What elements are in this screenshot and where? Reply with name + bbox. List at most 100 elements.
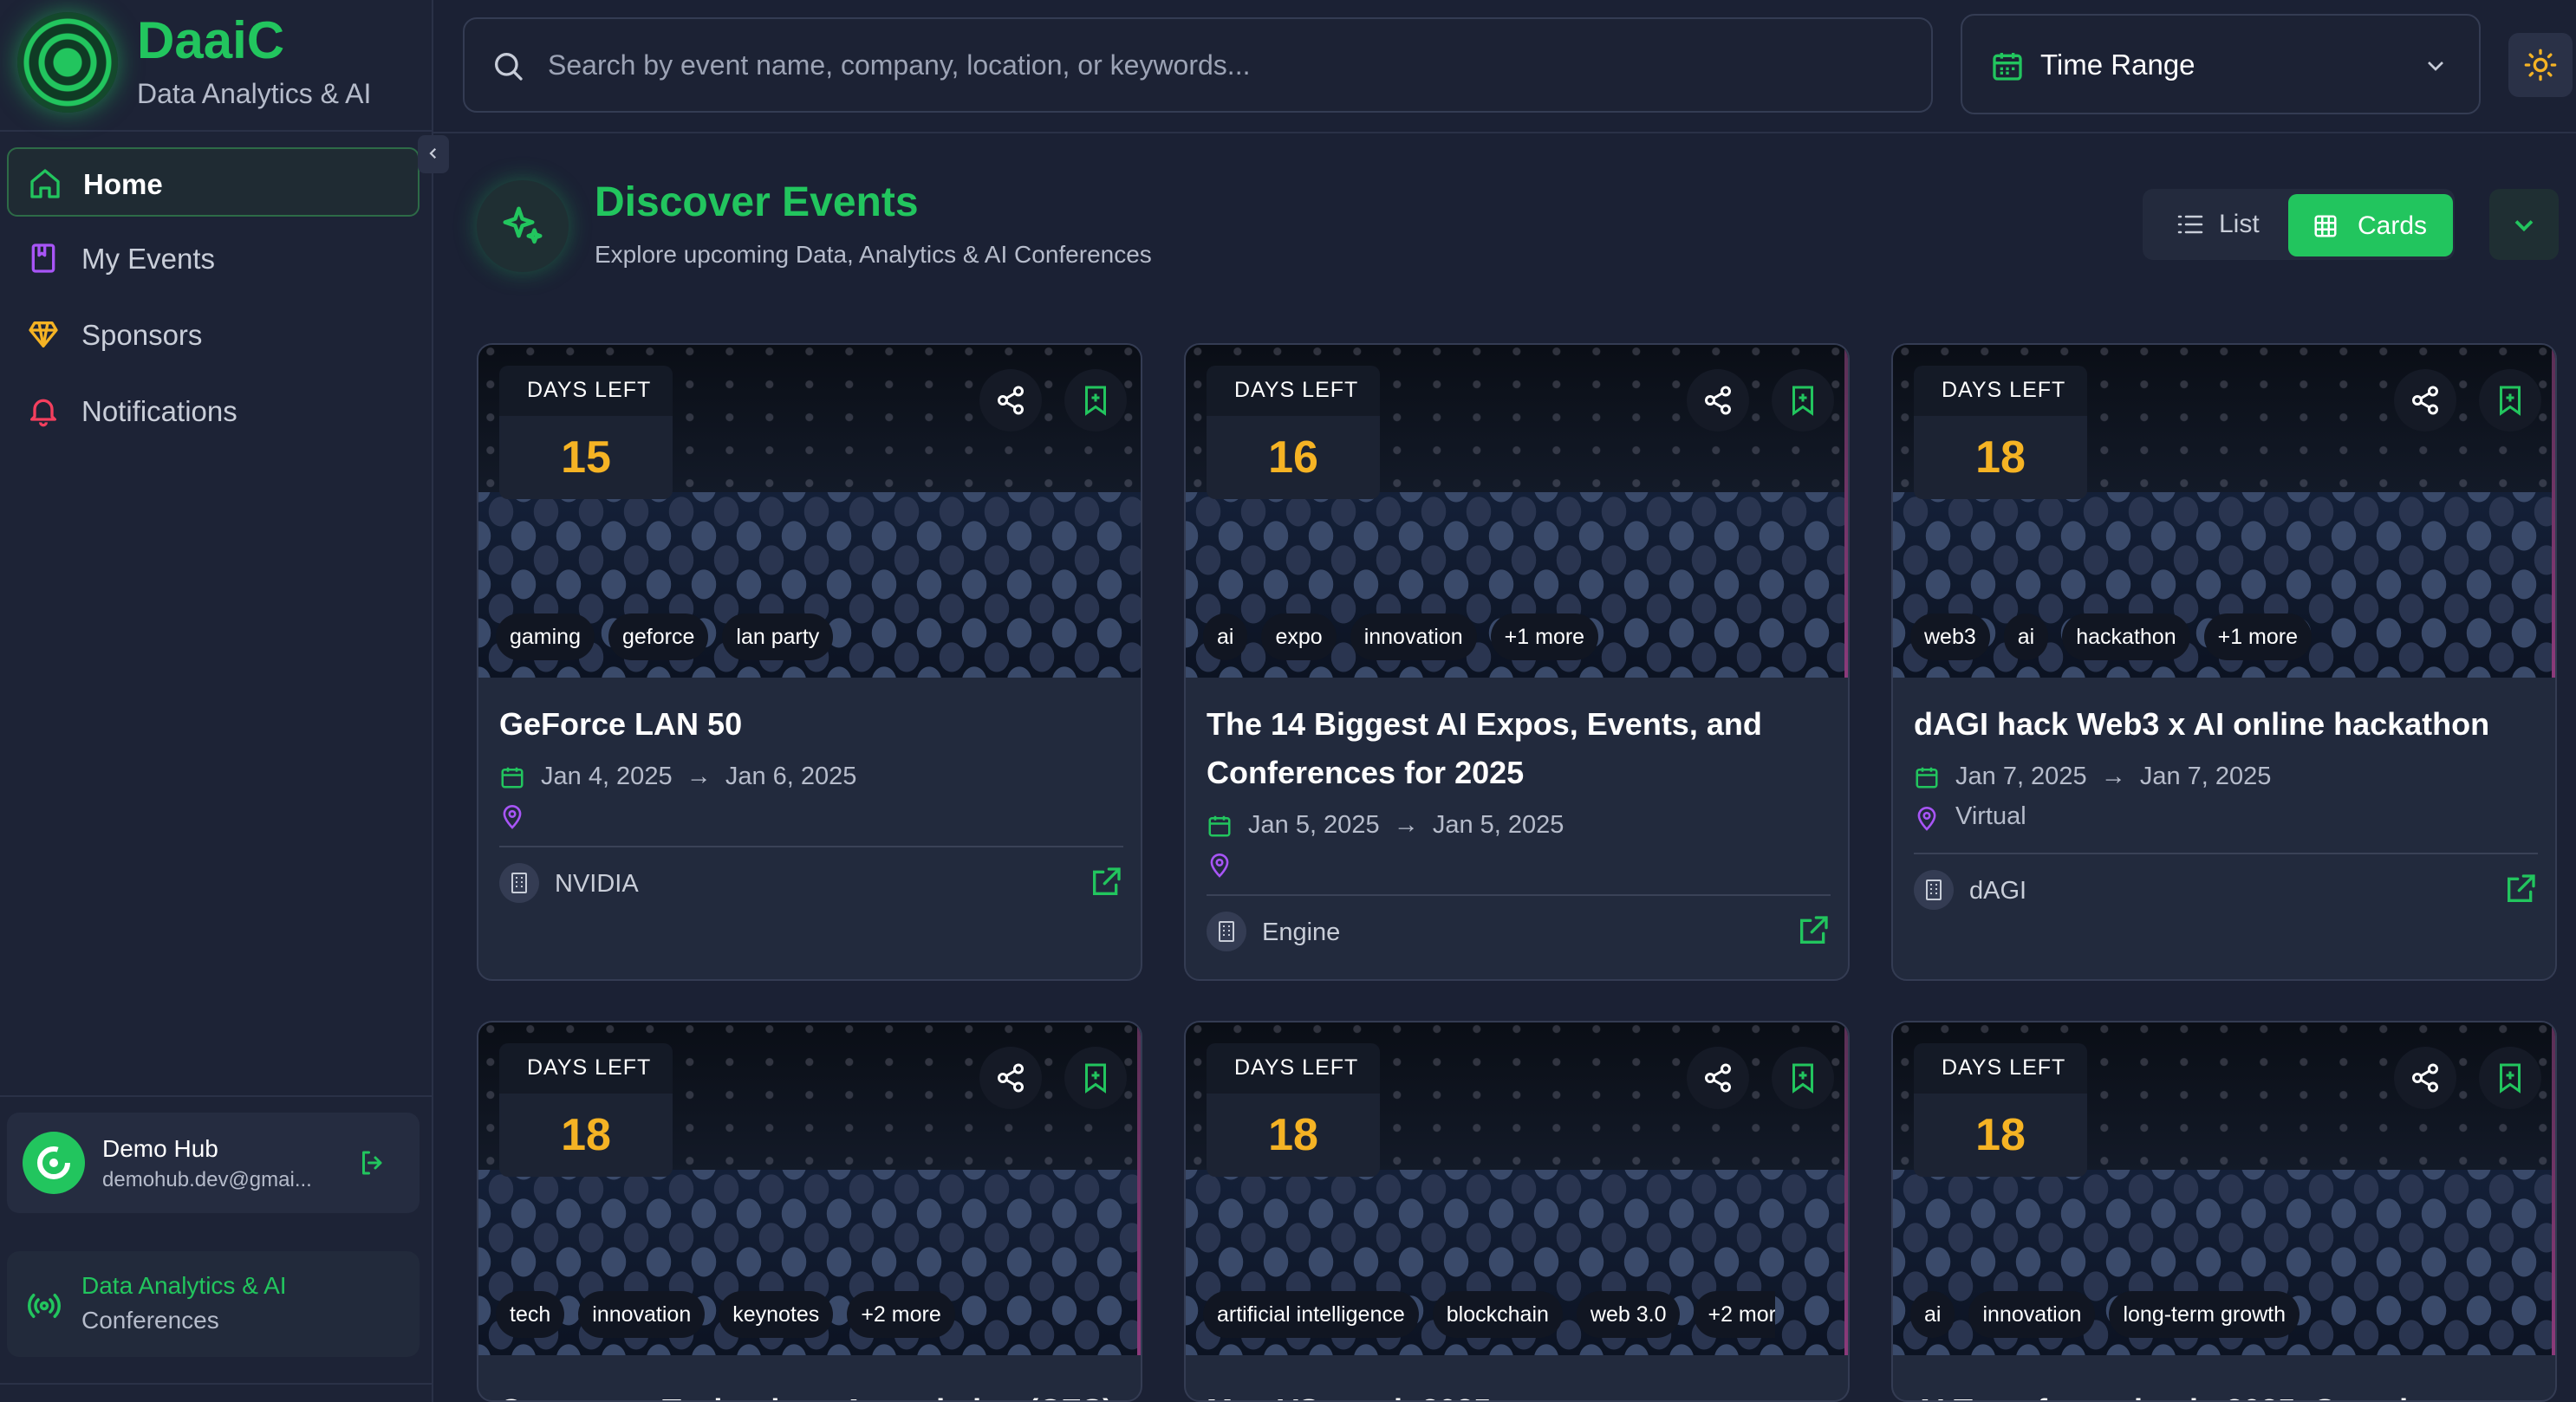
days-left-badge: DAYS LEFT 16 xyxy=(1207,366,1380,499)
bookmark-button[interactable] xyxy=(1064,1047,1127,1109)
tag[interactable]: expo xyxy=(1261,613,1337,660)
tag[interactable]: hackathon xyxy=(2062,613,2190,660)
tag[interactable]: tech xyxy=(496,1291,565,1338)
tag-more[interactable]: +1 more xyxy=(1490,613,1599,660)
event-title[interactable]: MetaVSummit 2025 xyxy=(1207,1386,1831,1400)
theme-toggle-button[interactable] xyxy=(2508,33,2573,97)
tag[interactable]: web3 xyxy=(1910,613,1990,660)
grid-icon xyxy=(2314,215,2337,237)
time-range-select[interactable]: Time Range xyxy=(1961,14,2481,114)
tag[interactable]: ai xyxy=(2003,613,2049,660)
calendar-icon xyxy=(501,767,524,789)
event-title[interactable]: AI Transformation in 2025: Speed xyxy=(1914,1386,2538,1400)
community-card[interactable]: Data Analytics & AI Conferences xyxy=(7,1251,420,1357)
view-cards-button[interactable]: Cards xyxy=(2288,194,2453,256)
bookmark-button[interactable] xyxy=(1064,369,1127,432)
user-card[interactable]: Demo Hub demohub.dev@gmai... xyxy=(7,1113,420,1213)
tag[interactable]: innovation xyxy=(1968,1291,2096,1338)
view-list-button[interactable]: List xyxy=(2143,189,2290,260)
tag-more[interactable]: +2 more xyxy=(847,1291,955,1338)
days-left-badge: DAYS LEFT 18 xyxy=(1914,366,2087,499)
bookmark-plus-icon xyxy=(1085,1063,1106,1094)
event-card[interactable]: DAYS LEFT 18 ai innovation long-term gro… xyxy=(1891,1021,2557,1402)
bookmark-button[interactable] xyxy=(1772,369,1834,432)
event-title[interactable]: GeForce LAN 50 xyxy=(499,700,1123,749)
bookmark-button[interactable] xyxy=(1772,1047,1834,1109)
event-card[interactable]: DAYS LEFT 16 ai expo innovation +1 more … xyxy=(1184,343,1850,981)
tag-list: artificial intelligence blockchain web 3… xyxy=(1203,1291,1775,1340)
brand-name: DaaiC xyxy=(137,11,285,69)
tag[interactable]: innovation xyxy=(578,1291,706,1338)
event-title[interactable]: Consumer Technology Association (CES) xyxy=(499,1386,1123,1400)
tag[interactable]: long-term growth xyxy=(2109,1291,2300,1338)
tag[interactable]: ai xyxy=(1203,613,1248,660)
tag[interactable]: keynotes xyxy=(719,1291,834,1338)
tag-more[interactable]: +2 more xyxy=(1694,1291,1775,1338)
event-organizer: NVIDIA xyxy=(499,863,1123,905)
chevron-down-icon xyxy=(2514,220,2534,232)
sidebar-item-label: My Events xyxy=(81,243,216,275)
share-button[interactable] xyxy=(979,1047,1042,1109)
expand-filters-button[interactable] xyxy=(2489,189,2559,260)
bookmark-book-icon xyxy=(31,243,55,273)
building-icon xyxy=(1207,912,1246,951)
external-link-icon[interactable] xyxy=(1089,865,1123,899)
share-icon xyxy=(1705,1063,1731,1093)
logout-icon[interactable] xyxy=(357,1147,388,1178)
bookmark-button[interactable] xyxy=(2479,369,2541,432)
event-card[interactable]: DAYS LEFT 15 gaming geforce lan party Ge… xyxy=(477,343,1142,981)
days-left-badge: DAYS LEFT 15 xyxy=(499,366,673,499)
sidebar-item-sponsors[interactable]: Sponsors xyxy=(7,300,420,369)
avatar[interactable] xyxy=(23,1132,85,1194)
tag[interactable]: web 3.0 xyxy=(1576,1291,1681,1338)
search-input[interactable] xyxy=(548,43,1900,87)
days-left-label: DAYS LEFT xyxy=(1234,378,1359,402)
tag-list: tech innovation keynotes +2 more xyxy=(496,1291,1127,1340)
tag-more[interactable]: +1 more xyxy=(2203,613,2313,660)
topbar: Time Range xyxy=(433,0,2576,133)
share-button[interactable] xyxy=(1687,369,1749,432)
share-button[interactable] xyxy=(979,369,1042,432)
external-link-icon[interactable] xyxy=(2503,872,2538,906)
tag[interactable]: blockchain xyxy=(1432,1291,1563,1338)
share-button[interactable] xyxy=(2394,369,2456,432)
event-card[interactable]: DAYS LEFT 18 artificial intelligence blo… xyxy=(1184,1021,1850,1402)
bookmark-plus-icon xyxy=(1792,386,1813,416)
community-title: Data Analytics & AI xyxy=(81,1272,287,1299)
tag[interactable]: artificial intelligence xyxy=(1203,1291,1419,1338)
sidebar-item-my-events[interactable]: My Events xyxy=(7,224,420,293)
bookmark-plus-icon xyxy=(1792,1063,1813,1094)
event-location-text: Virtual xyxy=(1955,802,2026,830)
external-link-icon[interactable] xyxy=(1796,913,1831,948)
tag[interactable]: gaming xyxy=(496,613,595,660)
map-pin-icon xyxy=(1917,807,1936,831)
event-date-range: Jan 4, 2025 → Jan 6, 2025 xyxy=(541,763,857,790)
chevron-left-icon xyxy=(429,147,437,159)
bookmark-button[interactable] xyxy=(2479,1047,2541,1109)
tag[interactable]: innovation xyxy=(1350,613,1477,660)
organizer-name: dAGI xyxy=(1969,877,2027,905)
sidebar-item-notifications[interactable]: Notifications xyxy=(7,376,420,445)
event-card[interactable]: DAYS LEFT 18 tech innovation keynotes +2… xyxy=(477,1021,1142,1402)
event-title[interactable]: dAGI hack Web3 x AI online hackathon xyxy=(1914,700,2538,749)
map-pin-icon xyxy=(503,805,522,829)
user-name: Demo Hub xyxy=(102,1135,218,1162)
search-bar[interactable] xyxy=(463,17,1933,113)
community-subtitle: Conferences xyxy=(81,1307,219,1334)
sidebar-collapse-button[interactable] xyxy=(418,135,449,173)
bell-icon xyxy=(30,399,56,427)
share-button[interactable] xyxy=(2394,1047,2456,1109)
event-card[interactable]: DAYS LEFT 18 web3 ai hackathon +1 more d… xyxy=(1891,343,2557,981)
days-left-count: 15 xyxy=(561,432,611,483)
share-button[interactable] xyxy=(1687,1047,1749,1109)
tag[interactable]: ai xyxy=(1910,1291,1955,1338)
broadcast-icon xyxy=(28,1294,61,1318)
days-left-label: DAYS LEFT xyxy=(1942,378,2066,402)
event-dates: Jan 4, 2025 → Jan 6, 2025 xyxy=(499,763,1123,797)
sidebar-item-home[interactable]: Home xyxy=(7,147,420,217)
tag[interactable]: geforce xyxy=(608,613,709,660)
brand-logo[interactable] xyxy=(17,12,118,113)
event-title[interactable]: The 14 Biggest AI Expos, Events, and Con… xyxy=(1207,700,1831,797)
divider xyxy=(1914,853,2538,854)
tag[interactable]: lan party xyxy=(722,613,834,660)
